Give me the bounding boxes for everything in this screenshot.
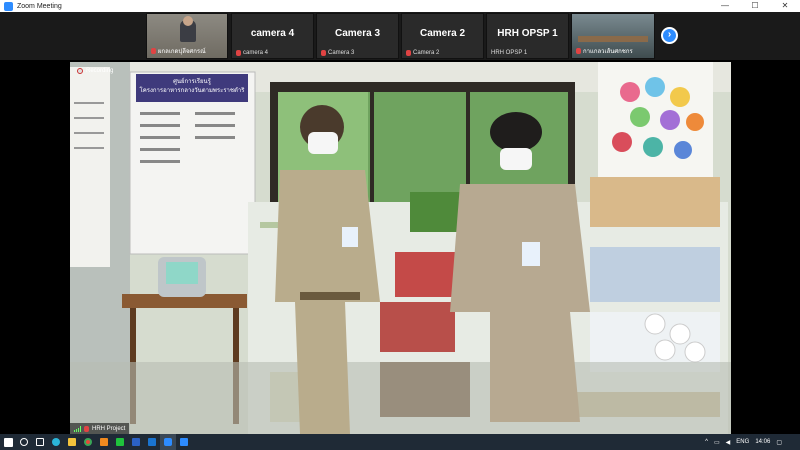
- participant-display-name: Camera 3: [334, 28, 381, 39]
- windows-taskbar: ^ ▭ ◀ ENG 14:06 ▢: [0, 434, 800, 450]
- outlook-icon[interactable]: [144, 434, 160, 450]
- vlc-icon[interactable]: [96, 434, 112, 450]
- participant-tile[interactable]: ผกลเกดปุลีจศกรณ์: [146, 13, 228, 59]
- chevron-right-icon: ›: [667, 29, 672, 40]
- window-title: Zoom Meeting: [17, 2, 62, 10]
- recording-label: Recording: [86, 68, 114, 74]
- participant-gallery: ผกลเกดปุลีจศกรณ์ camera 4 camera 4 Camer…: [0, 12, 800, 60]
- app-icon[interactable]: [176, 434, 192, 450]
- notification-icon[interactable]: ▢: [776, 439, 782, 446]
- participant-name: HRH OPSP 1: [491, 50, 528, 56]
- speaker-name-label: HRH Project: [70, 423, 130, 434]
- search-icon[interactable]: [16, 434, 32, 450]
- window-controls: — ☐ ✕: [710, 0, 800, 12]
- title-bar: Zoom Meeting — ☐ ✕: [0, 0, 800, 12]
- participant-display-name: Camera 2: [419, 28, 466, 39]
- participant-tile[interactable]: Camera 3 Camera 3: [316, 13, 399, 59]
- participant-display-name: camera 4: [250, 28, 295, 39]
- participant-tile[interactable]: camera 4 camera 4: [231, 13, 314, 59]
- explorer-icon[interactable]: [64, 434, 80, 450]
- system-tray: ^ ▭ ◀ ENG 14:06 ▢: [705, 434, 782, 450]
- wall-poster-text: ศูนย์การเรียนรู้ โครงการอาหารกลางวันตามพ…: [136, 74, 248, 102]
- mic-muted-icon: [84, 425, 89, 432]
- participant-name: กาแกลวเส้นศกชกร: [583, 49, 633, 55]
- minimize-button[interactable]: —: [710, 0, 740, 12]
- volume-icon[interactable]: ◀: [726, 439, 731, 446]
- recording-dot-icon: [77, 68, 83, 74]
- task-view-icon[interactable]: [32, 434, 48, 450]
- clock[interactable]: 14:06: [755, 439, 770, 445]
- participant-name: ผกลเกดปุลีจศกรณ์: [158, 49, 206, 55]
- active-speaker-video: Recording ศูนย์การเรียนรู้ โครงการอาหารก…: [70, 62, 731, 434]
- poster-subtitle: โครงการอาหารกลางวันตามพระราชดำริ: [139, 88, 245, 94]
- participant-tile[interactable]: HRH OPSP 1 HRH OPSP 1: [486, 13, 569, 59]
- participant-tile[interactable]: Camera 2 Camera 2: [401, 13, 484, 59]
- gallery-next-button[interactable]: ›: [661, 27, 678, 44]
- language-indicator[interactable]: ENG: [736, 439, 749, 445]
- recording-indicator: Recording: [77, 68, 113, 74]
- mic-muted-icon: [321, 50, 326, 56]
- chevron-up-icon[interactable]: ^: [705, 439, 708, 445]
- chrome-icon[interactable]: [80, 434, 96, 450]
- network-icon[interactable]: ▭: [714, 439, 720, 446]
- mic-muted-icon: [151, 48, 156, 54]
- speaker-video-frame: [70, 62, 731, 434]
- close-button[interactable]: ✕: [770, 0, 800, 12]
- participant-display-name: HRH OPSP 1: [497, 28, 558, 39]
- maximize-button[interactable]: ☐: [740, 0, 770, 12]
- mic-muted-icon: [406, 50, 411, 56]
- line-icon[interactable]: [112, 434, 128, 450]
- edge-icon[interactable]: [48, 434, 64, 450]
- participant-name: Camera 3: [328, 50, 355, 56]
- poster-title: ศูนย์การเรียนรู้: [173, 79, 211, 85]
- participant-name: Camera 2: [413, 50, 440, 56]
- speaker-name: HRH Project: [92, 425, 126, 432]
- mic-muted-icon: [236, 50, 241, 56]
- zoom-logo-icon: [4, 1, 13, 11]
- zoom-icon[interactable]: [160, 434, 176, 450]
- windows-icon[interactable]: [0, 434, 16, 450]
- word-icon[interactable]: [128, 434, 144, 450]
- signal-strength-icon: [74, 425, 81, 432]
- participant-name: camera 4: [243, 50, 269, 56]
- participant-tile[interactable]: กาแกลวเส้นศกชกร: [571, 13, 655, 59]
- mic-muted-icon: [576, 48, 581, 54]
